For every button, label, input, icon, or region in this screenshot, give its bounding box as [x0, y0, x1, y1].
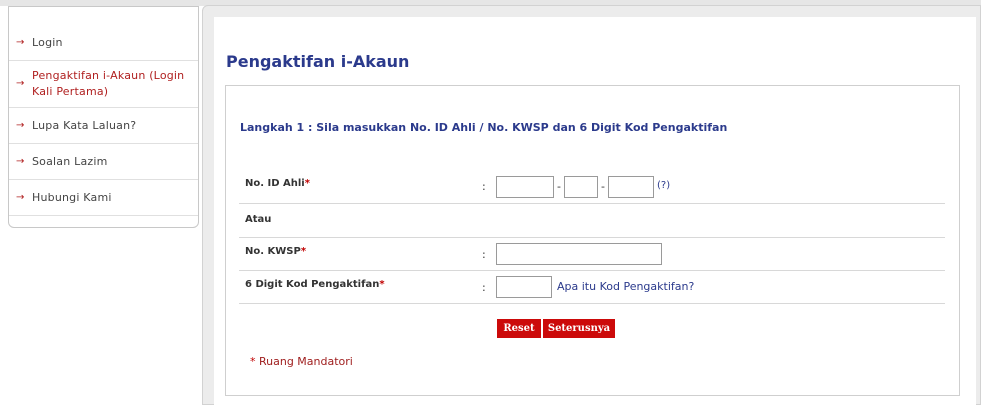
required-mark: * — [304, 178, 310, 189]
sidebar-item-faq[interactable]: → Soalan Lazim — [9, 144, 198, 180]
sidebar-menu: → Login → Pengaktifan i-Akaun (Login Kal… — [8, 6, 199, 228]
arrow-right-icon: → — [16, 120, 25, 131]
step-instruction: Langkah 1 : Sila masukkan No. ID Ahli / … — [240, 121, 728, 134]
member-id-help-link[interactable]: (?) — [657, 180, 670, 191]
arrow-right-icon: → — [16, 37, 25, 48]
colon: : — [482, 281, 486, 294]
sidebar-item-forgot-password[interactable]: → Lupa Kata Laluan? — [9, 108, 198, 144]
member-id-label: No. ID Ahli* — [245, 178, 310, 189]
arrow-right-icon: → — [16, 156, 25, 167]
member-id-part2-input[interactable] — [564, 176, 598, 198]
sidebar-item-login[interactable]: → Login — [9, 25, 198, 61]
sidebar-item-contact[interactable]: → Hubungi Kami — [9, 180, 198, 216]
mandatory-note: * Ruang Mandatori — [250, 355, 353, 368]
required-mark: * — [379, 279, 385, 290]
sidebar-item-label: Hubungi Kami — [32, 191, 112, 204]
colon: : — [482, 180, 486, 193]
sidebar-item-label: Login — [32, 36, 63, 49]
required-mark: * — [300, 246, 307, 257]
row-divider — [239, 303, 945, 304]
row-divider — [239, 203, 945, 204]
reset-button[interactable]: Reset — [497, 319, 541, 338]
sidebar-item-activation[interactable]: → Pengaktifan i-Akaun (Login Kali Pertam… — [9, 61, 198, 108]
activation-code-label: 6 Digit Kod Pengaktifan* — [245, 279, 385, 290]
or-text: Atau — [245, 214, 272, 225]
colon: : — [482, 248, 486, 261]
next-button[interactable]: Seterusnya — [543, 319, 615, 338]
page-title: Pengaktifan i-Akaun — [226, 52, 410, 71]
separator: - — [557, 180, 561, 193]
sidebar-item-label: Lupa Kata Laluan? — [32, 119, 137, 132]
row-divider — [239, 237, 945, 238]
required-mark: * — [250, 355, 256, 368]
arrow-right-icon: → — [16, 78, 25, 89]
arrow-right-icon: → — [16, 192, 25, 203]
kwsp-label: No. KWSP* — [245, 246, 307, 257]
sidebar-item-label: Pengaktifan i-Akaun (Login Kali Pertama) — [32, 69, 185, 98]
row-divider — [239, 270, 945, 271]
member-id-part1-input[interactable] — [496, 176, 554, 198]
separator: - — [601, 180, 605, 193]
sidebar-item-label: Soalan Lazim — [32, 155, 108, 168]
activation-code-help-link[interactable]: Apa itu Kod Pengaktifan? — [557, 280, 694, 293]
activation-code-input[interactable] — [496, 276, 552, 298]
kwsp-input[interactable] — [496, 243, 662, 265]
member-id-part3-input[interactable] — [608, 176, 654, 198]
